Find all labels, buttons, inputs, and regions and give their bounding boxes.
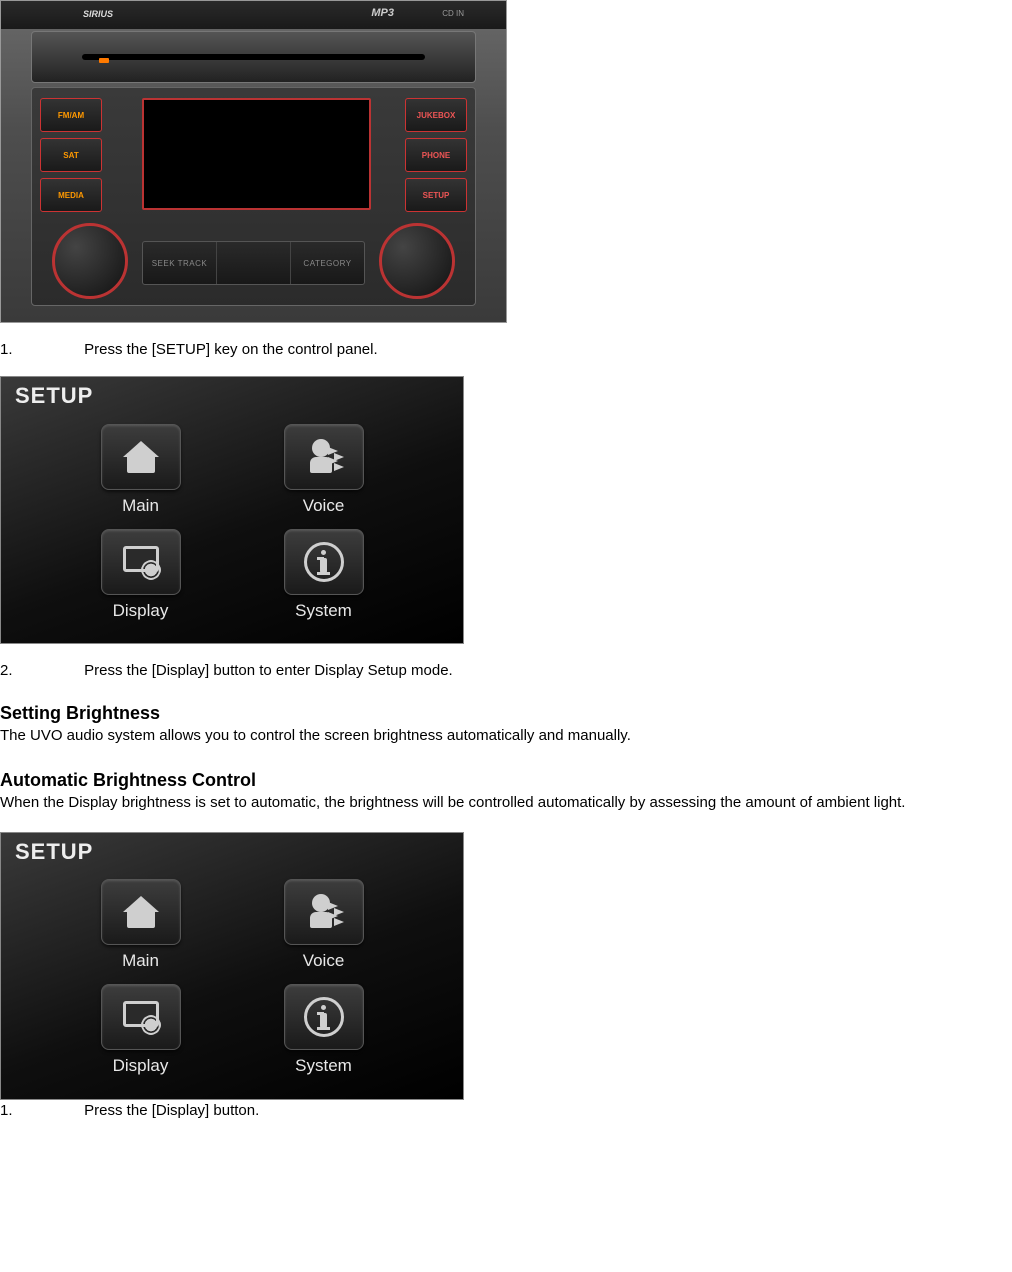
step-2: 2. Press the [Display] button to enter D… [0,662,1012,679]
home-icon [121,437,161,477]
step-2-number: 2. [0,662,80,679]
setup-system-label: System [295,601,352,621]
center-button[interactable] [217,242,291,284]
setup-screen-image-1: SETUP Main Voice Display System [0,376,464,644]
control-panel-image: SIRIUS MP3 CD IN FM/AM SAT MEDIA JUKEBOX… [0,0,507,323]
step-1-text: Press the [SETUP] key on the control pan… [84,341,377,358]
step-3: 1. Press the [Display] button. [0,1102,1012,1119]
setup-system-button-2[interactable]: System [284,984,364,1076]
eject-indicator [99,58,109,63]
setup-main-button[interactable]: Main [101,424,181,516]
setup-system-label-2: System [295,1056,352,1076]
setup-display-label-2: Display [113,1056,169,1076]
right-knob[interactable] [379,223,455,299]
fmam-button[interactable]: FM/AM [40,98,102,132]
body-automatic-brightness: When the Display brightness is set to au… [0,793,1012,813]
step-3-number: 1. [0,1102,80,1119]
body-setting-brightness: The UVO audio system allows you to contr… [0,726,1012,746]
info-icon [304,542,344,582]
cd-slot [31,31,476,83]
setup-main-label-2: Main [122,951,159,971]
setup-display-button-2[interactable]: Display [101,984,181,1076]
phone-button[interactable]: PHONE [405,138,467,172]
category-button[interactable]: CATEGORY [291,242,364,284]
setup-display-button[interactable]: Display [101,529,181,621]
media-button[interactable]: MEDIA [40,178,102,212]
display-icon [121,542,161,582]
setup-title-2: SETUP [15,839,93,865]
step-3-text: Press the [Display] button. [84,1102,259,1119]
cdin-label: CD IN [442,9,464,18]
step-1: 1. Press the [SETUP] key on the control … [0,341,1012,358]
display-screen [142,98,371,210]
left-knob[interactable] [52,223,128,299]
voice-icon [304,892,344,932]
setup-screen-image-2: SETUP Main Voice Display System [0,832,464,1100]
setup-title: SETUP [15,383,93,409]
home-icon [121,892,161,932]
setup-button[interactable]: SETUP [405,178,467,212]
step-1-number: 1. [0,341,80,358]
setup-display-label: Display [113,601,169,621]
voice-icon [304,437,344,477]
sirius-logo: SIRIUS [83,9,113,19]
jukebox-button[interactable]: JUKEBOX [405,98,467,132]
info-icon [304,997,344,1037]
setup-voice-label: Voice [303,496,345,516]
mp3-logo: MP3 [371,7,394,19]
step-2-text: Press the [Display] button to enter Disp… [84,662,453,679]
seek-track-button[interactable]: SEEK TRACK [143,242,217,284]
setup-voice-button-2[interactable]: Voice [284,879,364,971]
heading-automatic-brightness: Automatic Brightness Control [0,770,1012,791]
display-icon [121,997,161,1037]
bottom-bar: SEEK TRACK CATEGORY [142,241,365,285]
setup-system-button[interactable]: System [284,529,364,621]
setup-main-button-2[interactable]: Main [101,879,181,971]
setup-voice-label-2: Voice [303,951,345,971]
setup-main-label: Main [122,496,159,516]
setup-voice-button[interactable]: Voice [284,424,364,516]
sat-button[interactable]: SAT [40,138,102,172]
heading-setting-brightness: Setting Brightness [0,703,1012,724]
